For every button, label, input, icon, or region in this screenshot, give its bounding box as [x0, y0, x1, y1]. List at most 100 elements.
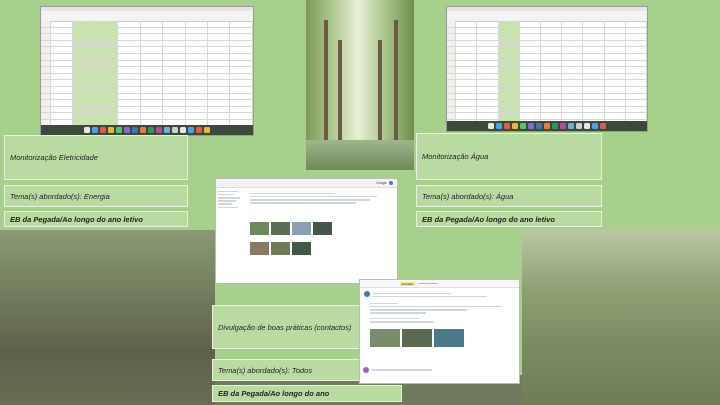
dock-app-icon[interactable]	[584, 123, 590, 129]
spreadsheet-cell[interactable]	[456, 34, 478, 40]
spreadsheet-cell[interactable]	[118, 93, 141, 100]
spreadsheet-cell[interactable]	[447, 34, 457, 40]
spreadsheet-cell[interactable]	[95, 67, 119, 73]
spreadsheet-cell[interactable]	[186, 80, 208, 86]
spreadsheet-cell[interactable]	[73, 106, 96, 113]
spreadsheet-cell[interactable]	[541, 106, 563, 113]
dock-app-icon[interactable]	[196, 127, 202, 133]
spreadsheet-cell[interactable]	[562, 47, 584, 53]
dock-app-icon[interactable]	[116, 127, 122, 133]
spreadsheet-cell[interactable]	[541, 73, 563, 80]
spreadsheet-cell[interactable]	[186, 100, 208, 106]
spreadsheet-cell[interactable]	[230, 53, 253, 60]
spreadsheet-cell[interactable]	[118, 73, 141, 80]
spreadsheet-cell[interactable]	[626, 47, 647, 53]
spreadsheet-cell[interactable]	[626, 40, 647, 47]
spreadsheet-cell[interactable]	[626, 73, 647, 80]
spreadsheet-cell[interactable]	[141, 53, 164, 60]
spreadsheet-cell[interactable]	[626, 67, 647, 73]
spreadsheet-cell[interactable]	[583, 21, 605, 27]
spreadsheet-cell[interactable]	[447, 73, 457, 80]
spreadsheet-cell[interactable]	[95, 53, 119, 60]
spreadsheet-cell[interactable]	[605, 40, 626, 47]
spreadsheet-cell[interactable]	[208, 106, 231, 113]
dock-app-icon[interactable]	[560, 123, 566, 129]
spreadsheet-cell[interactable]	[141, 113, 164, 119]
spreadsheet-cell[interactable]	[230, 106, 253, 113]
dock-app-icon[interactable]	[568, 123, 574, 129]
spreadsheet-cell[interactable]	[626, 27, 647, 34]
spreadsheet-cell[interactable]	[520, 86, 541, 93]
spreadsheet-cell[interactable]	[456, 40, 478, 47]
spreadsheet-cell[interactable]	[541, 93, 563, 100]
spreadsheet-cell[interactable]	[163, 73, 186, 80]
spreadsheet-cell[interactable]	[498, 60, 520, 67]
spreadsheet-cell[interactable]	[51, 100, 74, 106]
spreadsheet-cell[interactable]	[51, 60, 74, 67]
spreadsheet-cell[interactable]	[477, 80, 499, 86]
spreadsheet-cell[interactable]	[583, 73, 605, 80]
spreadsheet-cell[interactable]	[626, 113, 647, 119]
dock-app-icon[interactable]	[520, 123, 526, 129]
spreadsheet-cell[interactable]	[118, 53, 141, 60]
spreadsheet-cell[interactable]	[447, 93, 457, 100]
spreadsheet-cell[interactable]	[73, 40, 96, 47]
spreadsheet-cell[interactable]	[498, 80, 520, 86]
spreadsheet-cell[interactable]	[51, 27, 74, 34]
spreadsheet-cell[interactable]	[163, 21, 186, 27]
spreadsheet-cell[interactable]	[51, 86, 74, 93]
spreadsheet-cell[interactable]	[562, 86, 584, 93]
spreadsheet-cell[interactable]	[163, 53, 186, 60]
spreadsheet-cell[interactable]	[498, 47, 520, 53]
spreadsheet-cell[interactable]	[583, 86, 605, 93]
spreadsheet-cell[interactable]	[447, 67, 457, 73]
spreadsheet-cell[interactable]	[520, 40, 541, 47]
spreadsheet-cell[interactable]	[520, 27, 541, 34]
spreadsheet-cell[interactable]	[605, 60, 626, 67]
spreadsheet-cell[interactable]	[208, 67, 231, 73]
spreadsheet-cell[interactable]	[583, 34, 605, 40]
spreadsheet-cell[interactable]	[208, 34, 231, 40]
spreadsheet-cell[interactable]	[477, 21, 499, 27]
spreadsheet-cell[interactable]	[208, 100, 231, 106]
spreadsheet-cell[interactable]	[163, 113, 186, 119]
spreadsheet-cell[interactable]	[163, 27, 186, 34]
spreadsheet-cell[interactable]	[562, 100, 584, 106]
spreadsheet-cell[interactable]	[447, 113, 457, 119]
dock-app-icon[interactable]	[528, 123, 534, 129]
dock-app-icon[interactable]	[132, 127, 138, 133]
spreadsheet-cell[interactable]	[626, 106, 647, 113]
dock-app-icon[interactable]	[592, 123, 598, 129]
spreadsheet-cell[interactable]	[51, 47, 74, 53]
spreadsheet-cell[interactable]	[541, 100, 563, 106]
spreadsheet-cell[interactable]	[456, 80, 478, 86]
spreadsheet-cell[interactable]	[456, 113, 478, 119]
spreadsheet-cell[interactable]	[118, 34, 141, 40]
spreadsheet-cell[interactable]	[51, 93, 74, 100]
spreadsheet-cell[interactable]	[520, 47, 541, 53]
spreadsheet-cell[interactable]	[73, 73, 96, 80]
spreadsheet-cell[interactable]	[456, 100, 478, 106]
spreadsheet-cell[interactable]	[447, 60, 457, 67]
dock-app-icon[interactable]	[164, 127, 170, 133]
spreadsheet-cell[interactable]	[605, 113, 626, 119]
spreadsheet-cell[interactable]	[208, 80, 231, 86]
spreadsheet-cell[interactable]	[456, 27, 478, 34]
spreadsheet-cell[interactable]	[583, 67, 605, 73]
spreadsheet-cell[interactable]	[163, 34, 186, 40]
spreadsheet-cell[interactable]	[477, 67, 499, 73]
spreadsheet-cell[interactable]	[51, 73, 74, 80]
spreadsheet-cell[interactable]	[456, 60, 478, 67]
spreadsheet-cell[interactable]	[73, 47, 96, 53]
dock-app-icon[interactable]	[140, 127, 146, 133]
spreadsheet-cell[interactable]	[626, 21, 647, 27]
spreadsheet-cell[interactable]	[477, 100, 499, 106]
spreadsheet-cell[interactable]	[163, 80, 186, 86]
spreadsheet-cell[interactable]	[626, 80, 647, 86]
spreadsheet-cell[interactable]	[51, 53, 74, 60]
spreadsheet-cell[interactable]	[51, 106, 74, 113]
spreadsheet-cell[interactable]	[477, 34, 499, 40]
spreadsheet-cell[interactable]	[41, 40, 51, 47]
dock-app-icon[interactable]	[536, 123, 542, 129]
spreadsheet-cell[interactable]	[141, 73, 164, 80]
